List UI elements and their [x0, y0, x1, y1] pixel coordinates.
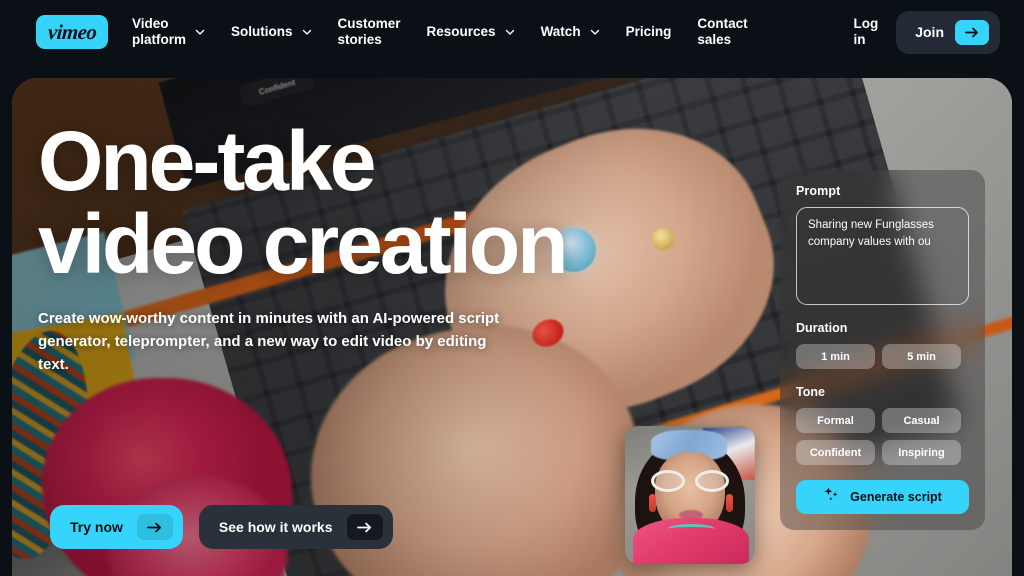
nav-item-label: Video platform [132, 16, 186, 47]
top-navigation: vimeo Video platform Solutions Customer … [0, 0, 1024, 64]
chevron-down-icon [590, 29, 599, 35]
hero-cta-row: Try now See how it works [50, 505, 393, 549]
nav-item-label: Watch [540, 24, 581, 39]
chevron-down-icon [195, 29, 205, 35]
see-how-it-works-button[interactable]: See how it works [198, 505, 393, 549]
see-how-it-works-button-label: See how it works [218, 519, 333, 535]
logo-wordmark: vimeo [47, 19, 98, 44]
prompt-input-value: Sharing new Funglasses company values wi… [808, 219, 934, 248]
nav-item-customer-stories[interactable]: Customer stories [338, 16, 401, 48]
prompt-input[interactable]: Sharing new Funglasses company values wi… [796, 207, 969, 305]
ai-script-panel: Prompt Sharing new Funglasses company va… [780, 170, 985, 530]
duration-label: Duration [796, 321, 848, 335]
webcam-preview[interactable] [625, 426, 755, 564]
hero-copy: One-take video creation Create wow-worth… [38, 114, 578, 377]
page-title: One-take video creation [38, 114, 569, 292]
arrow-right-icon [346, 514, 383, 540]
nav-item-solutions[interactable]: Solutions [231, 24, 312, 40]
hero-subhead: Create wow-worthy content in minutes wit… [38, 310, 500, 373]
sparkles-icon [823, 486, 840, 508]
nav-item-label: Contact sales [697, 16, 748, 47]
nav-item-watch[interactable]: Watch [541, 24, 600, 40]
try-now-button[interactable]: Try now [50, 505, 183, 549]
nav-item-label: Resources [426, 24, 496, 39]
duration-option-1-min[interactable]: 1 min [796, 344, 875, 369]
nav-actions: Log in Join [853, 10, 1000, 54]
join-button-label: Join [915, 24, 944, 40]
nav-items: Video platform Solutions Customer storie… [132, 16, 853, 48]
chevron-down-icon [505, 29, 514, 35]
generate-script-button-label: Generate script [850, 490, 942, 504]
tone-option-confident[interactable]: Confident [796, 440, 875, 465]
arrow-right-icon [136, 514, 173, 540]
glasses-icon [649, 470, 731, 492]
nav-item-pricing[interactable]: Pricing [626, 24, 672, 40]
duration-option-5-min[interactable]: 5 min [882, 344, 961, 369]
join-button[interactable]: Join [896, 10, 1000, 54]
nav-item-video-platform[interactable]: Video platform [132, 16, 205, 48]
tone-option-inspiring[interactable]: Inspiring [882, 440, 961, 465]
page-root: vimeo Video platform Solutions Customer … [0, 0, 1024, 576]
nav-item-label: Customer stories [337, 16, 401, 47]
nav-item-label: Pricing [625, 24, 672, 39]
vimeo-logo[interactable]: vimeo [36, 15, 108, 49]
tone-option-formal[interactable]: Formal [796, 408, 875, 433]
chevron-down-icon [302, 29, 311, 35]
nav-item-resources[interactable]: Resources [427, 24, 515, 40]
nav-item-label: Solutions [231, 24, 293, 39]
arrow-right-icon [955, 19, 989, 45]
generate-script-button[interactable]: Generate script [796, 480, 969, 514]
try-now-button-label: Try now [70, 519, 123, 535]
tone-option-casual[interactable]: Casual [882, 408, 961, 433]
duration-options: 1 min 5 min [796, 344, 969, 369]
hero-section: Confident One-take video creation Create… [12, 78, 1012, 576]
tone-options: Formal Casual Confident Inspiring [796, 408, 969, 465]
prompt-label: Prompt [796, 184, 841, 198]
nav-item-contact-sales[interactable]: Contact sales [697, 16, 747, 48]
login-link[interactable]: Log in [853, 16, 878, 48]
tone-label: Tone [796, 385, 825, 399]
